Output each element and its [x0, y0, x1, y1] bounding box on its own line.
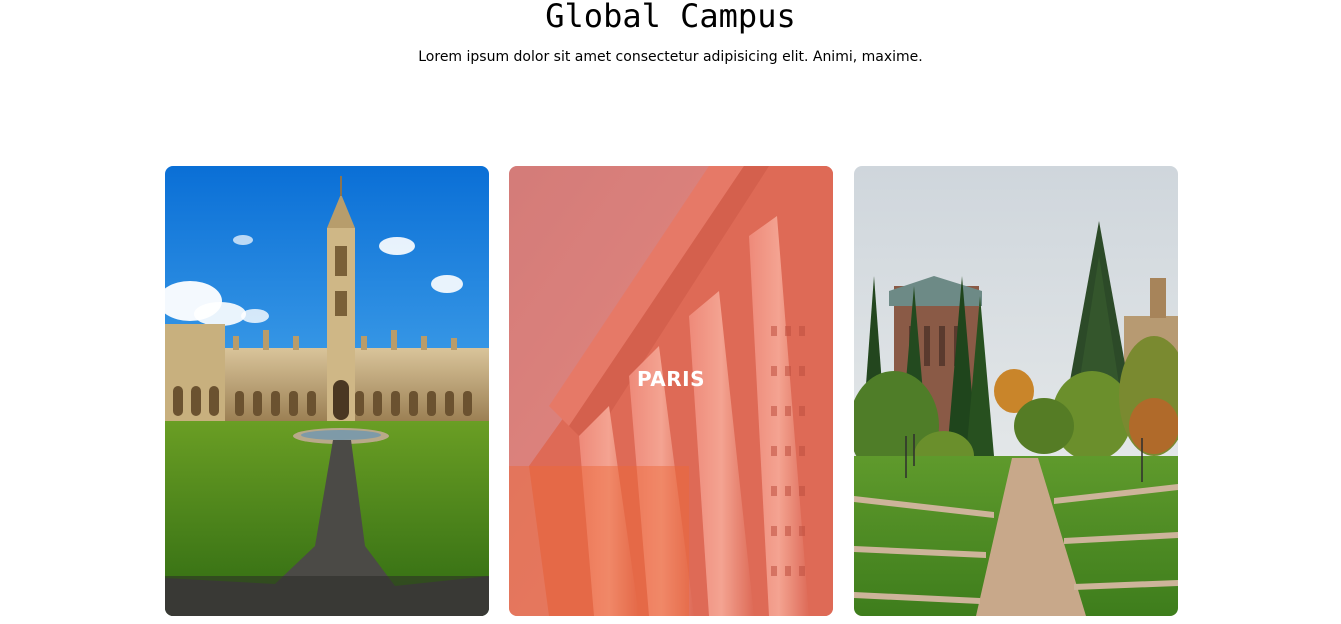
campus-cards: PARIS [165, 166, 1178, 616]
page-title: Global Campus [545, 0, 796, 35]
campus-card-3[interactable] [854, 166, 1178, 616]
gothic-college-quad-photo [165, 166, 489, 616]
campus-card-2-label: PARIS [636, 367, 706, 391]
campus-card-2[interactable]: PARIS [509, 166, 833, 616]
page-subtitle: Lorem ipsum dolor sit amet consectetur a… [418, 49, 923, 65]
campus-card-1[interactable] [165, 166, 489, 616]
university-park-walkway-photo [854, 166, 1178, 616]
